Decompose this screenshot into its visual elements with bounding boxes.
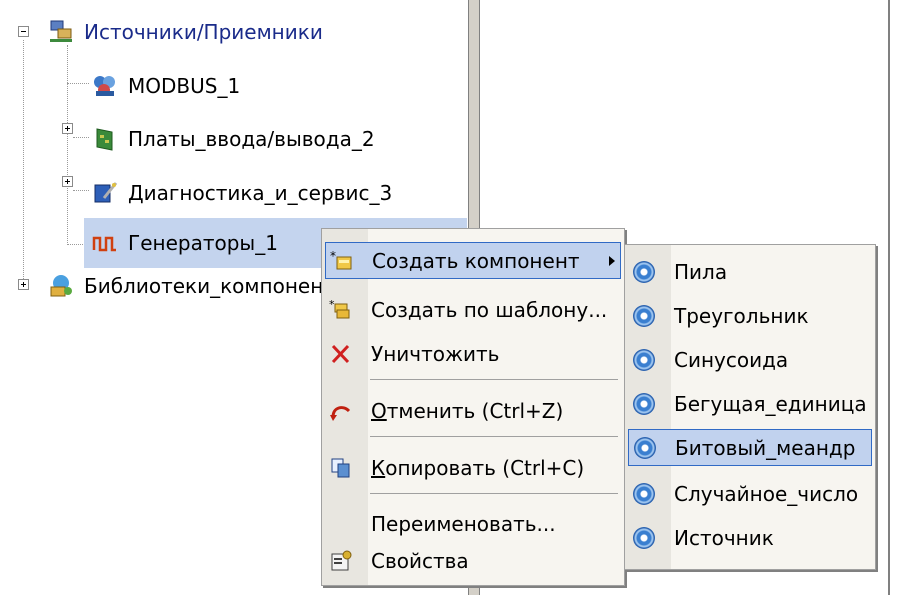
library-icon — [48, 273, 74, 299]
svg-text:*: * — [329, 298, 335, 311]
menu-item-create-from-template[interactable]: * Создать по шаблону... — [325, 291, 607, 328]
delete-icon — [329, 342, 353, 366]
menu-item-label: Синусоида — [674, 347, 789, 372]
tree-item-label: Платы_ввода/вывода_2 — [128, 127, 375, 151]
submenu-arrow-icon — [609, 256, 615, 266]
menu-separator — [370, 436, 618, 437]
menu-item-label: Случайное_число — [674, 481, 859, 506]
submenu-item-running-one[interactable]: Бегущая_единица — [628, 385, 867, 422]
blank-icon-slot — [329, 512, 353, 536]
component-icon — [632, 348, 656, 372]
tree-item-label: MODBUS_1 — [128, 74, 241, 98]
menu-item-label: Создать по шаблону... — [371, 297, 608, 322]
menu-item-properties[interactable]: Свойства — [325, 542, 469, 579]
tree-expand-toggle[interactable] — [62, 176, 73, 187]
copy-icon — [329, 456, 353, 480]
tree-item-label: Источники/Приемники — [84, 20, 323, 44]
undo-icon — [329, 399, 353, 423]
menu-item-label: Пила — [674, 259, 728, 284]
menu-item-undo[interactable]: Отменить (Ctrl+Z) — [325, 392, 563, 429]
template-icon: * — [329, 298, 353, 322]
diagnostics-icon — [92, 180, 118, 206]
component-icon — [632, 304, 656, 328]
menu-item-label: Битовый_меандр — [675, 435, 856, 460]
menu-item-rename[interactable]: Переименовать... — [325, 505, 556, 542]
submenu: Пила Треугольник Синусоида Бегущая_едини… — [624, 244, 876, 570]
tree-line — [73, 190, 89, 191]
create-component-icon: * — [330, 249, 354, 273]
menu-item-label: Отменить (Ctrl+Z) — [371, 398, 564, 423]
tree-item-libraries[interactable]: Библиотеки_компонен — [48, 269, 325, 303]
tree-line — [73, 137, 89, 138]
pane-divider — [888, 0, 890, 595]
tree-item-label: Генераторы_1 — [128, 231, 278, 255]
generator-icon — [92, 230, 118, 256]
tree-item-sources[interactable]: Источники/Приемники — [48, 15, 325, 49]
context-menu: * Создать компонент * Создать по шаблону… — [321, 228, 625, 586]
menu-item-label: Свойства — [371, 548, 469, 573]
tree-line — [67, 45, 68, 245]
submenu-item-saw[interactable]: Пила — [628, 253, 727, 290]
menu-item-label: Бегущая_единица — [674, 391, 867, 416]
tree-expand-toggle[interactable] — [18, 279, 29, 290]
tree-line — [67, 83, 89, 84]
component-icon — [632, 482, 656, 506]
component-icon — [632, 260, 656, 284]
component-icon — [633, 436, 657, 460]
menu-item-delete[interactable]: Уничтожить — [325, 335, 499, 372]
tree-item-io-boards[interactable]: Платы_ввода/вывода_2 — [92, 122, 377, 156]
tree-collapse-toggle[interactable] — [18, 26, 29, 37]
tree-line — [23, 40, 24, 285]
menu-item-label: Источник — [674, 525, 774, 550]
menu-separator — [370, 493, 618, 494]
menu-item-label: Треугольник — [674, 303, 809, 328]
tree-item-diagnostics[interactable]: Диагностика_и_сервис_3 — [92, 176, 394, 210]
menu-item-create-component[interactable]: * Создать компонент — [325, 242, 621, 279]
tree-expand-toggle[interactable] — [62, 123, 73, 134]
tree-item-label: Библиотеки_компонен — [84, 274, 324, 298]
submenu-item-source[interactable]: Источник — [628, 519, 774, 556]
submenu-item-bit-meander[interactable]: Битовый_меандр — [628, 429, 872, 466]
component-icon — [632, 526, 656, 550]
svg-text:*: * — [330, 249, 336, 263]
network-icon — [48, 19, 74, 45]
submenu-item-triangle[interactable]: Треугольник — [628, 297, 809, 334]
menu-item-copy[interactable]: Копировать (Ctrl+C) — [325, 449, 584, 486]
tree-item-modbus[interactable]: MODBUS_1 — [92, 69, 242, 103]
menu-item-label: Уничтожить — [371, 341, 500, 366]
properties-icon — [329, 549, 353, 573]
submenu-item-random[interactable]: Случайное_число — [628, 475, 858, 512]
submenu-item-sine[interactable]: Синусоида — [628, 341, 788, 378]
board-icon — [92, 126, 118, 152]
menu-item-label: Копировать (Ctrl+C) — [371, 455, 585, 480]
modbus-icon — [92, 73, 118, 99]
menu-item-label: Переименовать... — [371, 511, 556, 536]
menu-item-label: Создать компонент — [372, 248, 580, 273]
tree-item-label: Диагностика_и_сервис_3 — [128, 181, 393, 205]
component-icon — [632, 392, 656, 416]
menu-separator — [370, 379, 618, 380]
